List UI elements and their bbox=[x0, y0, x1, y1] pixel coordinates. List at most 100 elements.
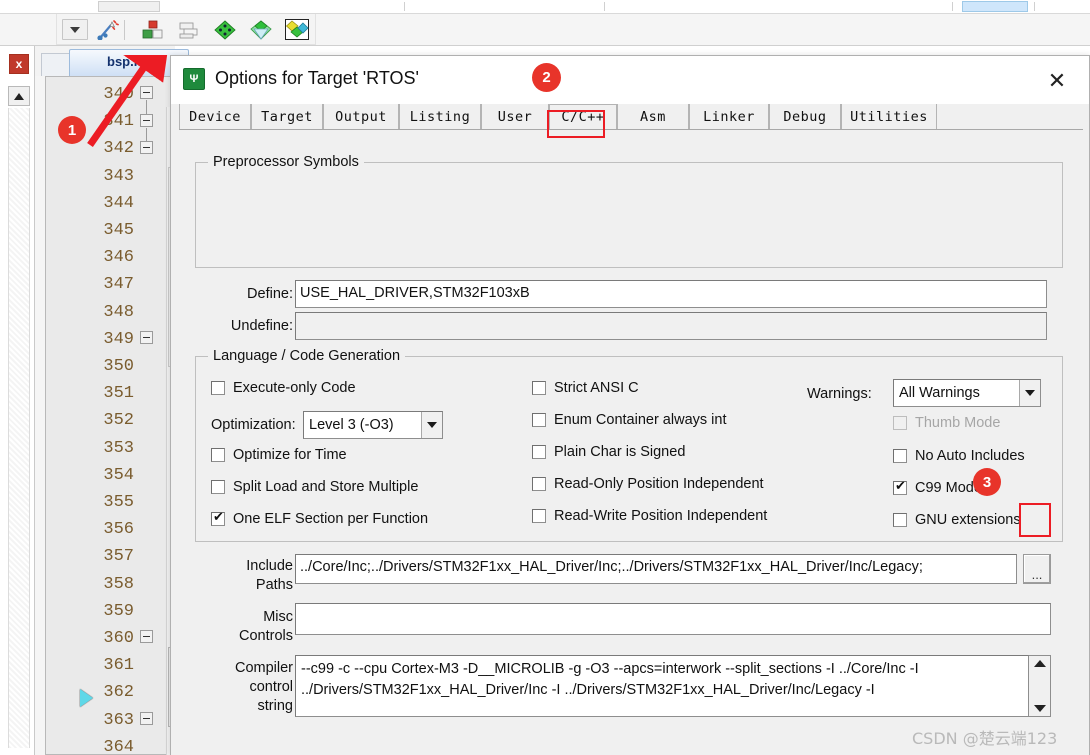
checkbox-label: Read-Write Position Independent bbox=[554, 508, 768, 524]
checkbox-label: Thumb Mode bbox=[915, 415, 1001, 431]
tab-linker[interactable]: Linker bbox=[689, 104, 769, 129]
vertical-scrollbar-track[interactable] bbox=[8, 108, 30, 748]
checkbox-c99-mode[interactable]: C99 Mode bbox=[893, 478, 982, 496]
include-paths-input[interactable]: ../Core/Inc;../Drivers/STM32F1xx_HAL_Dri… bbox=[295, 554, 1017, 584]
checkbox-plain-char-is-signed[interactable]: Plain Char is Signed bbox=[532, 444, 685, 460]
checkbox-box[interactable] bbox=[211, 480, 225, 494]
misc-controls-input[interactable] bbox=[295, 603, 1051, 635]
tab-listing[interactable]: Listing bbox=[399, 104, 481, 129]
checkbox-box[interactable] bbox=[532, 445, 546, 459]
compiler-label-line2: control bbox=[249, 679, 293, 695]
undefine-input[interactable] bbox=[295, 312, 1047, 340]
build-target-icon[interactable] bbox=[140, 18, 166, 41]
close-icon[interactable]: x bbox=[9, 54, 29, 74]
ide-toolbar bbox=[0, 14, 1090, 46]
checkbox-gnu-extensions[interactable]: GNU extensions bbox=[893, 512, 1021, 528]
checkbox-label: No Auto Includes bbox=[915, 448, 1025, 464]
fold-toggle-icon[interactable] bbox=[140, 86, 153, 99]
checkbox-optimize-for-time[interactable]: Optimize for Time bbox=[211, 447, 347, 463]
toolbar-divider bbox=[952, 2, 953, 11]
line-number: 363 bbox=[103, 710, 134, 730]
toolbar-separator bbox=[124, 20, 125, 40]
checkbox-no-auto-includes[interactable]: No Auto Includes bbox=[893, 448, 1025, 464]
batch-build-icon[interactable] bbox=[176, 18, 202, 41]
fold-line bbox=[146, 128, 147, 141]
tab-asm[interactable]: Asm bbox=[617, 104, 689, 129]
compiler-string-line1: --c99 -c --cpu Cortex-M3 -D__MICROLIB -g… bbox=[301, 661, 919, 677]
optimization-select[interactable]: Level 3 (-O3) bbox=[303, 411, 443, 439]
annotation-badge-2: 2 bbox=[532, 63, 561, 92]
tab-output[interactable]: Output bbox=[323, 104, 399, 129]
compiler-label-line1: Compiler bbox=[234, 660, 293, 676]
compiler-control-string-input[interactable]: --c99 -c --cpu Cortex-M3 -D__MICROLIB -g… bbox=[295, 655, 1029, 717]
translate-icon[interactable] bbox=[212, 18, 238, 41]
fold-toggle-icon[interactable] bbox=[140, 630, 153, 643]
editor-body[interactable]: 340 341 342 343 344 345 346 347 348 349 350 351 352 3… bbox=[45, 76, 184, 755]
watermark: CSDN @楚云端123 bbox=[912, 729, 1058, 748]
checkbox-label: One ELF Section per Function bbox=[233, 511, 429, 527]
chevron-down-icon[interactable] bbox=[1019, 380, 1040, 406]
line-number: 354 bbox=[103, 465, 134, 485]
highlight-box-browse-button bbox=[1019, 503, 1051, 537]
checkbox-read-only-position-independent[interactable]: Read-Only Position Independent bbox=[532, 476, 764, 492]
checkbox-strict-ansi-c[interactable]: Strict ANSI C bbox=[532, 380, 639, 396]
fold-toggle-icon[interactable] bbox=[140, 712, 153, 725]
tab-device[interactable]: Device bbox=[179, 104, 251, 129]
tab-target[interactable]: Target bbox=[251, 104, 323, 129]
line-number: 355 bbox=[103, 493, 134, 513]
line-number: 356 bbox=[103, 520, 134, 540]
checkbox-one-elf-section-per-function[interactable]: One ELF Section per Function bbox=[211, 509, 429, 527]
toolbar-stub-box bbox=[98, 1, 160, 12]
checkbox-enum-container-always-int[interactable]: Enum Container always int bbox=[532, 412, 726, 428]
compiler-control-string-label: Compiler control string bbox=[185, 659, 293, 716]
checkbox-box[interactable] bbox=[532, 477, 546, 491]
compiler-label-line3: string bbox=[257, 698, 293, 714]
checkbox-box[interactable] bbox=[893, 449, 907, 463]
line-number: 342 bbox=[103, 139, 134, 159]
checkbox-box[interactable] bbox=[893, 478, 907, 495]
magic-wand-icon[interactable] bbox=[95, 18, 121, 41]
line-number: 351 bbox=[103, 384, 134, 404]
checkbox-execute-only-code[interactable]: Execute-only Code bbox=[211, 380, 356, 396]
manage-project-items-icon[interactable] bbox=[284, 18, 310, 41]
ide-top-strip bbox=[0, 0, 1090, 14]
tab-debug[interactable]: Debug bbox=[769, 104, 841, 129]
checkbox-label: Read-Only Position Independent bbox=[554, 476, 764, 492]
checkbox-box[interactable] bbox=[211, 509, 225, 526]
warnings-select[interactable]: All Warnings bbox=[893, 379, 1041, 407]
fold-line bbox=[146, 100, 147, 114]
line-number: 343 bbox=[103, 166, 134, 186]
checkbox-box[interactable] bbox=[532, 413, 546, 427]
dropdown-arrow-icon[interactable] bbox=[62, 19, 88, 40]
tab-utilities[interactable]: Utilities bbox=[841, 104, 937, 129]
tab-user[interactable]: User bbox=[481, 104, 549, 129]
checkbox-box[interactable] bbox=[893, 513, 907, 527]
line-number: 345 bbox=[103, 221, 134, 241]
checkbox-split-load-and-store-multiple[interactable]: Split Load and Store Multiple bbox=[211, 479, 418, 495]
chevron-down-icon[interactable] bbox=[421, 412, 442, 438]
browse-include-paths-button[interactable]: ... bbox=[1023, 554, 1051, 584]
language-group-title: Language / Code Generation bbox=[208, 348, 406, 364]
caret-up-icon[interactable] bbox=[1034, 660, 1046, 667]
caret-down-icon[interactable] bbox=[1034, 705, 1046, 712]
annotation-badge-3: 3 bbox=[973, 468, 1001, 496]
fold-toggle-icon[interactable] bbox=[140, 114, 153, 127]
checkbox-box bbox=[893, 416, 907, 430]
scroll-up-button[interactable] bbox=[8, 86, 30, 106]
define-input[interactable]: USE_HAL_DRIVER,STM32F103xB bbox=[295, 280, 1047, 308]
checkbox-label: Plain Char is Signed bbox=[554, 444, 686, 460]
checkbox-box[interactable] bbox=[532, 381, 546, 395]
compiler-string-scrollbar[interactable] bbox=[1029, 655, 1051, 717]
checkbox-read-write-position-independent[interactable]: Read-Write Position Independent bbox=[532, 508, 767, 524]
line-number: 352 bbox=[103, 411, 134, 431]
rebuild-icon[interactable] bbox=[248, 18, 274, 41]
preprocessor-group-title: Preprocessor Symbols bbox=[208, 154, 364, 170]
checkbox-box[interactable] bbox=[211, 448, 225, 462]
fold-toggle-icon[interactable] bbox=[140, 141, 153, 154]
checkbox-box[interactable] bbox=[532, 509, 546, 523]
fold-toggle-icon[interactable] bbox=[140, 331, 153, 344]
checkbox-label: Strict ANSI C bbox=[554, 380, 639, 396]
line-number: 346 bbox=[103, 248, 134, 268]
dialog-close-icon[interactable]: ✕ bbox=[1035, 66, 1079, 96]
checkbox-box[interactable] bbox=[211, 381, 225, 395]
